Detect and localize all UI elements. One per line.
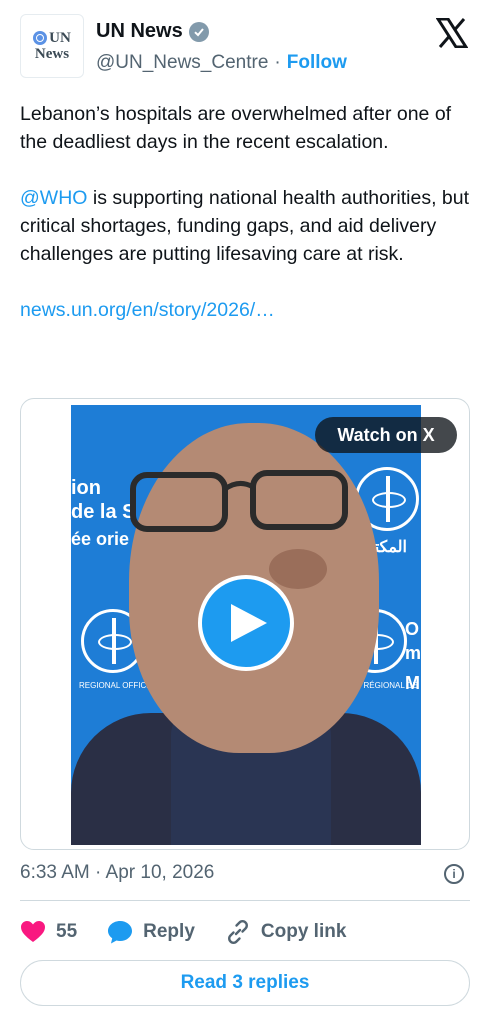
copy-link-label: Copy link bbox=[260, 921, 347, 942]
media-card[interactable]: ion de la S ée orie المكتب الإ O m REGIO… bbox=[20, 398, 470, 850]
avatar[interactable]: UN News bbox=[20, 14, 84, 78]
display-name[interactable]: UN News bbox=[96, 20, 183, 43]
watch-on-x-button[interactable]: Watch on X bbox=[315, 417, 457, 453]
info-icon[interactable]: i bbox=[444, 864, 464, 884]
article-link[interactable]: news.un.org/en/story/2026/… bbox=[20, 299, 275, 321]
tweet-paragraph-1: Lebanon’s hospitals are overwhelmed afte… bbox=[20, 103, 452, 153]
person-nose bbox=[269, 549, 327, 589]
tweet-paragraph-2-text: is supporting national health authoritie… bbox=[20, 187, 470, 265]
tweet-header: UN News UN News @UN_News_Centre · Follow bbox=[20, 14, 478, 86]
avatar-text-un: UN bbox=[49, 29, 71, 46]
action-bar: 55 Reply Copy link bbox=[20, 914, 470, 950]
copy-link-button[interactable]: Copy link bbox=[225, 919, 347, 945]
handle-line: @UN_News_Centre · Follow bbox=[96, 52, 347, 74]
tweet-link-paragraph: news.un.org/en/story/2026/… bbox=[20, 296, 470, 324]
tweet-paragraph-2: @WHO is supporting national health autho… bbox=[20, 184, 470, 268]
link-icon bbox=[227, 920, 248, 944]
handle[interactable]: @UN_News_Centre bbox=[96, 52, 268, 74]
un-globe-icon bbox=[33, 30, 48, 45]
reply-bubble-icon bbox=[108, 921, 133, 944]
read-replies-button[interactable]: Read 3 replies bbox=[20, 960, 470, 1006]
play-button[interactable] bbox=[198, 575, 294, 671]
follow-button[interactable]: Follow bbox=[287, 52, 347, 74]
like-count: 55 bbox=[56, 921, 78, 942]
watermark-left-1: ion bbox=[71, 477, 101, 499]
name-line: UN News bbox=[96, 20, 209, 43]
like-button[interactable]: 55 bbox=[20, 919, 77, 945]
reply-button[interactable]: Reply bbox=[107, 919, 195, 945]
watermark-left-3: ée orie bbox=[71, 529, 130, 549]
reply-label: Reply bbox=[143, 921, 195, 942]
mention-link[interactable]: @WHO bbox=[20, 187, 87, 209]
avatar-text-news: News bbox=[34, 46, 70, 62]
x-logo-icon[interactable] bbox=[436, 18, 468, 48]
watermark-right-2: m bbox=[405, 643, 421, 663]
tweet-timestamp[interactable]: 6:33 AM · Apr 10, 2026 bbox=[20, 862, 214, 884]
verified-badge-icon bbox=[188, 21, 209, 42]
separator-dot: · bbox=[274, 52, 281, 73]
watermark-right-1: O bbox=[405, 619, 420, 639]
play-icon bbox=[231, 604, 267, 642]
watermark-right-3: M bbox=[405, 673, 420, 693]
tweet-text: Lebanon’s hospitals are overwhelmed afte… bbox=[20, 100, 470, 352]
divider bbox=[20, 900, 470, 901]
glasses-icon bbox=[130, 470, 348, 532]
heart-icon bbox=[21, 921, 45, 942]
